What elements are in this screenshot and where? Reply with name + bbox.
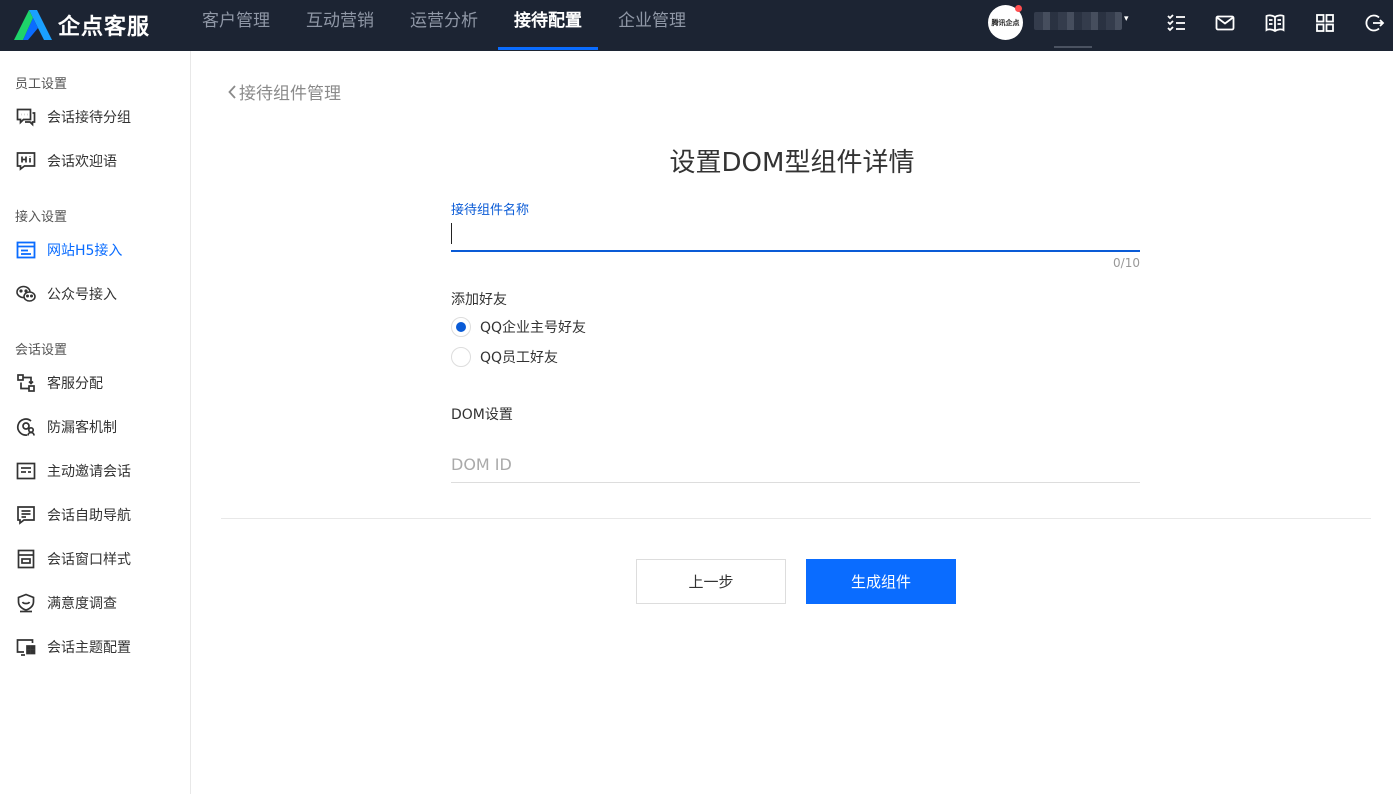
anti-leak-icon bbox=[15, 416, 37, 438]
sidebar-item-theme[interactable]: 会话主题配置 bbox=[0, 629, 190, 665]
add-friend-label: 添加好友 bbox=[451, 292, 507, 308]
sidebar-item-window-style[interactable]: 会话窗口样式 bbox=[0, 541, 190, 577]
wechat-icon bbox=[15, 283, 37, 305]
sidebar-item-anti-leak[interactable]: 防漏客机制 bbox=[0, 409, 190, 445]
user-underline bbox=[1054, 46, 1092, 48]
navigation-icon bbox=[15, 504, 37, 526]
logo-icon bbox=[14, 10, 52, 40]
component-name-label: 接待组件名称 bbox=[451, 203, 530, 218]
char-counter: 0/10 bbox=[1113, 256, 1140, 270]
sidebar-item-distribution[interactable]: 客服分配 bbox=[0, 365, 190, 401]
dom-settings-label: DOM设置 bbox=[451, 407, 513, 423]
back-link[interactable]: 接待组件管理 bbox=[227, 79, 341, 104]
sidebar-group-access: 接入设置 bbox=[15, 210, 68, 225]
dom-id-input[interactable] bbox=[451, 447, 1140, 483]
sidebar-item-label: 满意度调查 bbox=[47, 596, 117, 612]
sidebar-item-label: 防漏客机制 bbox=[47, 420, 117, 436]
sidebar-item-chat-group[interactable]: 会话接待分组 bbox=[0, 99, 190, 135]
username-blurred[interactable] bbox=[1034, 12, 1122, 30]
sidebar-item-label: 会话自助导航 bbox=[47, 508, 131, 524]
sidebar-item-label: 会话欢迎语 bbox=[47, 154, 117, 170]
divider bbox=[221, 518, 1371, 519]
radio-qq-staff-friend[interactable]: QQ员工好友 bbox=[451, 347, 558, 367]
radio-button[interactable] bbox=[451, 347, 471, 367]
main-nav: 客户管理 互动营销 运营分析 接待配置 企业管理 bbox=[186, 0, 706, 51]
chevron-left-icon bbox=[228, 84, 236, 99]
nav-enterprise-management[interactable]: 企业管理 bbox=[602, 0, 702, 51]
notification-dot bbox=[1015, 5, 1022, 12]
sidebar-item-greeting[interactable]: 会话欢迎语 bbox=[0, 143, 190, 179]
sidebar-item-label: 会话主题配置 bbox=[47, 640, 131, 656]
sidebar-item-label: 公众号接入 bbox=[47, 287, 117, 303]
sidebar-item-website-h5[interactable]: 网站H5接入 bbox=[0, 232, 190, 268]
radio-label: QQ员工好友 bbox=[480, 350, 559, 366]
hi-greeting-icon bbox=[15, 150, 37, 172]
sidebar-group-session: 会话设置 bbox=[15, 343, 68, 358]
sidebar-item-label: 网站H5接入 bbox=[47, 243, 123, 259]
nav-customer-management[interactable]: 客户管理 bbox=[186, 0, 286, 51]
chat-group-icon bbox=[15, 106, 37, 128]
caret-down-icon[interactable]: ▾ bbox=[1124, 14, 1129, 24]
radio-label: QQ企业主号好友 bbox=[480, 320, 587, 336]
satisfaction-icon bbox=[15, 592, 37, 614]
radio-qq-enterprise-friend[interactable]: QQ企业主号好友 bbox=[451, 317, 586, 337]
sidebar-item-label: 主动邀请会话 bbox=[47, 464, 131, 480]
mail-icon[interactable] bbox=[1215, 13, 1235, 33]
window-style-icon bbox=[15, 548, 37, 570]
invite-icon bbox=[15, 460, 37, 482]
app-logo[interactable]: 企点客服 bbox=[14, 7, 150, 43]
logout-icon[interactable] bbox=[1365, 13, 1385, 33]
apps-grid-icon[interactable] bbox=[1315, 13, 1335, 33]
sidebar-item-label: 客服分配 bbox=[47, 376, 103, 392]
sidebar-group-staff: 员工设置 bbox=[15, 77, 68, 92]
sidebar-item-label: 会话接待分组 bbox=[47, 110, 131, 126]
generate-component-button[interactable]: 生成组件 bbox=[806, 559, 956, 604]
back-link-label: 接待组件管理 bbox=[239, 84, 341, 104]
text-cursor bbox=[451, 223, 452, 244]
sidebar-item-wechat-official[interactable]: 公众号接入 bbox=[0, 276, 190, 312]
nav-reception-config[interactable]: 接待配置 bbox=[498, 0, 598, 51]
previous-step-button[interactable]: 上一步 bbox=[636, 559, 786, 604]
sidebar-item-invite[interactable]: 主动邀请会话 bbox=[0, 453, 190, 489]
top-bar: 企点客服 客户管理 互动营销 运营分析 接待配置 企业管理 腾讯企点 ▾ bbox=[0, 0, 1393, 51]
main-content: 接待组件管理 设置DOM型组件详情 接待组件名称 0/10 添加好友 QQ企业主… bbox=[191, 51, 1393, 794]
sidebar-item-self-navigation[interactable]: 会话自助导航 bbox=[0, 497, 190, 533]
theme-icon bbox=[15, 636, 37, 658]
website-icon bbox=[15, 239, 37, 261]
nav-operation-analysis[interactable]: 运营分析 bbox=[394, 0, 494, 51]
radio-button-checked[interactable] bbox=[451, 317, 471, 337]
page-title: 设置DOM型组件详情 bbox=[669, 148, 915, 178]
app-name: 企点客服 bbox=[58, 15, 151, 40]
sidebar-item-label: 会话窗口样式 bbox=[47, 552, 131, 568]
nav-interactive-marketing[interactable]: 互动营销 bbox=[290, 0, 390, 51]
task-list-icon[interactable] bbox=[1166, 13, 1186, 33]
component-name-input[interactable] bbox=[451, 219, 1140, 252]
sidebar: 员工设置 会话接待分组 会话欢迎语 接入设置 网站H5接入 公众号接入 会话设置… bbox=[0, 51, 191, 794]
sidebar-item-satisfaction[interactable]: 满意度调查 bbox=[0, 585, 190, 621]
book-icon[interactable] bbox=[1265, 13, 1285, 33]
distribute-icon bbox=[15, 372, 37, 394]
